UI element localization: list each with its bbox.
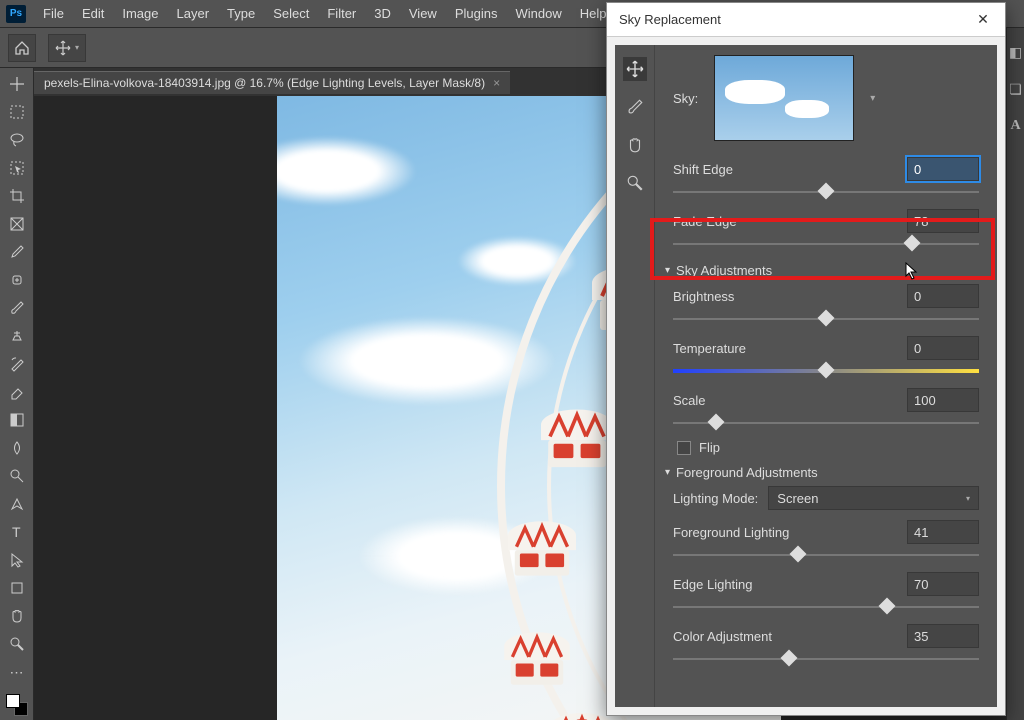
dialog-tools (615, 45, 655, 707)
foreground-lighting-label: Foreground Lighting (673, 525, 789, 540)
type-tool-icon[interactable]: T (5, 522, 29, 542)
shift-edge-input[interactable] (907, 157, 979, 181)
edge-lighting-label: Edge Lighting (673, 577, 753, 592)
foreground-lighting-input[interactable] (907, 520, 979, 544)
app-logo: Ps (6, 5, 26, 23)
temperature-slider[interactable] (673, 362, 979, 380)
menu-plugins[interactable]: Plugins (446, 6, 507, 21)
foreground-adjustments-header[interactable]: ▾Foreground Adjustments (665, 465, 979, 480)
foreground-lighting-slider[interactable] (673, 546, 979, 564)
right-panels-collapsed: ◧ ❏ A (1006, 28, 1024, 720)
color-adjustment-input[interactable] (907, 624, 979, 648)
menu-filter[interactable]: Filter (318, 6, 365, 21)
temperature-label: Temperature (673, 341, 746, 356)
panel-icon[interactable]: ◧ (1009, 44, 1022, 61)
move-tool-icon[interactable] (5, 74, 29, 94)
healing-brush-tool-icon[interactable] (5, 270, 29, 290)
move-sky-tool-icon[interactable] (623, 57, 647, 81)
shift-edge-label: Shift Edge (673, 162, 733, 177)
menu-type[interactable]: Type (218, 6, 264, 21)
zoom-tool-icon[interactable] (623, 171, 647, 195)
menu-select[interactable]: Select (264, 6, 318, 21)
move-tool-option[interactable]: ▾ (48, 34, 86, 62)
brightness-input[interactable] (907, 284, 979, 308)
color-swatches[interactable] (6, 694, 28, 716)
object-select-tool-icon[interactable] (5, 158, 29, 178)
home-icon[interactable] (8, 34, 36, 62)
brush-tool-icon[interactable] (5, 298, 29, 318)
menu-image[interactable]: Image (113, 6, 167, 21)
chevron-down-icon: ▾ (665, 265, 670, 276)
gradient-tool-icon[interactable] (5, 410, 29, 430)
frame-tool-icon[interactable] (5, 214, 29, 234)
rectangle-tool-icon[interactable] (5, 578, 29, 598)
brightness-slider[interactable] (673, 310, 979, 328)
scale-input[interactable] (907, 388, 979, 412)
sky-preset-thumbnail[interactable] (714, 55, 854, 141)
color-adjustment-label: Color Adjustment (673, 629, 772, 644)
brightness-label: Brightness (673, 289, 734, 304)
document-tab[interactable]: pexels-Elina-volkova-18403914.jpg @ 16.7… (34, 71, 510, 94)
eraser-tool-icon[interactable] (5, 382, 29, 402)
menu-file[interactable]: File (34, 6, 73, 21)
svg-text:T: T (12, 525, 21, 539)
sky-label: Sky: (673, 91, 698, 106)
hand-tool-icon[interactable] (5, 606, 29, 626)
temperature-input[interactable] (907, 336, 979, 360)
dialog-content: Sky: ▾ Shift Edge Fade Edge ▾Sky Adjustm… (655, 45, 997, 707)
flip-checkbox[interactable] (677, 441, 691, 455)
menu-view[interactable]: View (400, 6, 446, 21)
type-panel-icon[interactable]: A (1010, 118, 1020, 134)
close-icon[interactable]: ✕ (973, 11, 993, 28)
blur-tool-icon[interactable] (5, 438, 29, 458)
menu-3d[interactable]: 3D (365, 6, 400, 21)
path-select-tool-icon[interactable] (5, 550, 29, 570)
chevron-down-icon: ▾ (665, 467, 670, 478)
chevron-down-icon: ▾ (75, 43, 79, 52)
pen-tool-icon[interactable] (5, 494, 29, 514)
clone-stamp-tool-icon[interactable] (5, 326, 29, 346)
eyedropper-tool-icon[interactable] (5, 242, 29, 262)
scale-slider[interactable] (673, 414, 979, 432)
fade-edge-label: Fade Edge (673, 214, 737, 229)
fade-edge-slider[interactable] (673, 235, 979, 253)
chevron-down-icon: ▾ (966, 494, 970, 503)
chevron-down-icon[interactable]: ▾ (870, 93, 884, 104)
edit-toolbar-icon[interactable]: ⋯ (5, 662, 29, 682)
crop-tool-icon[interactable] (5, 186, 29, 206)
dodge-tool-icon[interactable] (5, 466, 29, 486)
lasso-tool-icon[interactable] (5, 130, 29, 150)
menu-window[interactable]: Window (506, 6, 570, 21)
panel-icon[interactable]: ❏ (1009, 81, 1022, 98)
shift-edge-slider[interactable] (673, 183, 979, 201)
dialog-titlebar[interactable]: Sky Replacement ✕ (607, 3, 1005, 37)
flip-label: Flip (699, 440, 720, 455)
edge-lighting-input[interactable] (907, 572, 979, 596)
edge-lighting-slider[interactable] (673, 598, 979, 616)
marquee-tool-icon[interactable] (5, 102, 29, 122)
scale-label: Scale (673, 393, 706, 408)
color-adjustment-slider[interactable] (673, 650, 979, 668)
sky-adjustments-header[interactable]: ▾Sky Adjustments (665, 263, 979, 278)
menu-edit[interactable]: Edit (73, 6, 113, 21)
close-icon[interactable]: × (493, 76, 500, 90)
lighting-mode-label: Lighting Mode: (673, 491, 758, 506)
history-brush-tool-icon[interactable] (5, 354, 29, 374)
zoom-tool-icon[interactable] (5, 634, 29, 654)
menu-layer[interactable]: Layer (168, 6, 219, 21)
dialog-title: Sky Replacement (619, 12, 721, 27)
hand-tool-icon[interactable] (623, 133, 647, 157)
tools-panel: T ⋯ (0, 68, 34, 720)
fade-edge-input[interactable] (907, 209, 979, 233)
sky-replacement-dialog: Sky Replacement ✕ Sky: ▾ Shift Edge (606, 2, 1006, 716)
document-tab-label: pexels-Elina-volkova-18403914.jpg @ 16.7… (44, 76, 485, 90)
lighting-mode-select[interactable]: Screen ▾ (768, 486, 979, 510)
sky-brush-tool-icon[interactable] (623, 95, 647, 119)
